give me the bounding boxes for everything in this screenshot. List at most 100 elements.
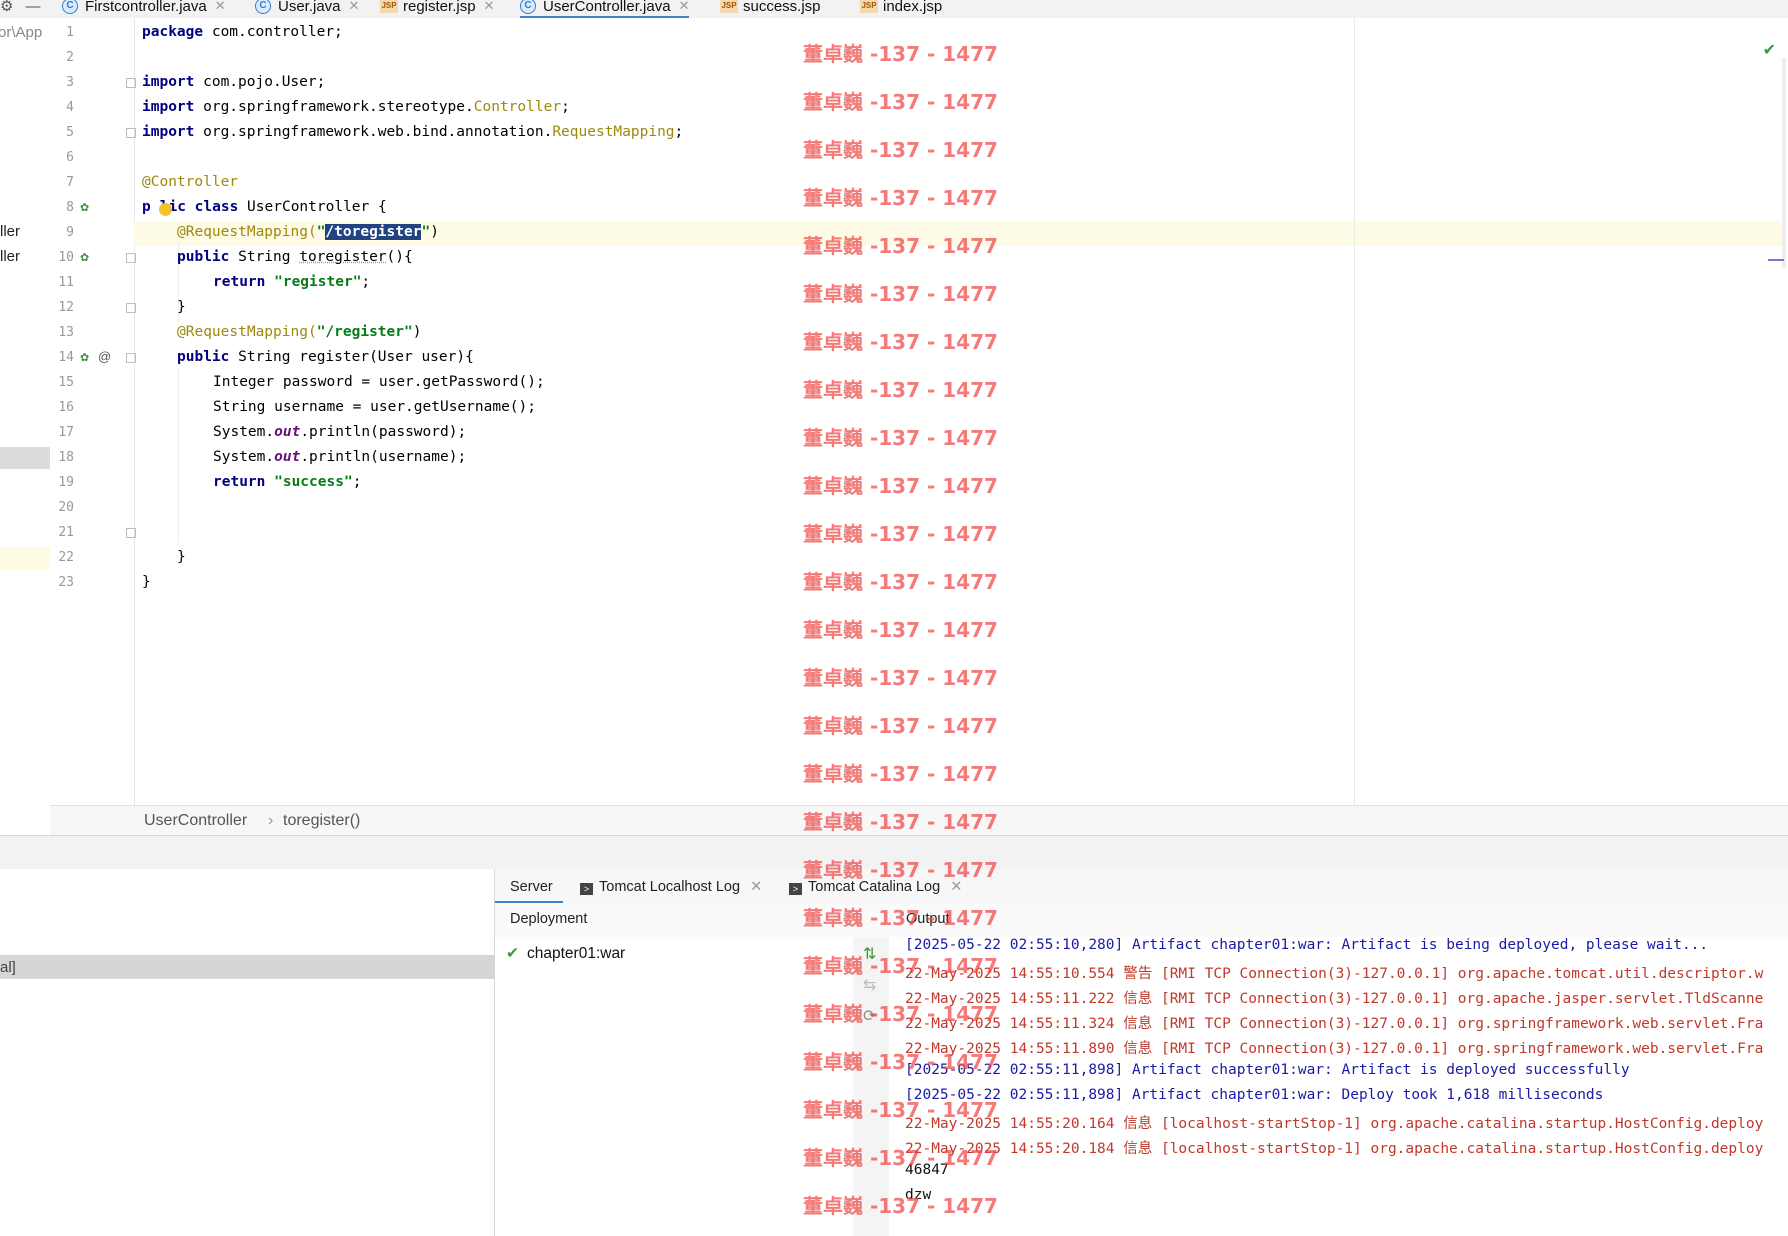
tab-index-jsp[interactable]: JSP index.jsp [860, 0, 942, 18]
keyword: import [142, 74, 195, 90]
tab-register-jsp[interactable]: JSP register.jsp ✕ [380, 0, 494, 18]
tab-tomcat-catalina-log[interactable]: > Tomcat Catalina Log ✕ [789, 879, 962, 895]
code-text: com.pojo.User; [194, 74, 326, 90]
keyword: public [177, 349, 230, 365]
code-line-19: return "success"; [213, 474, 361, 490]
code-line-21: } [177, 549, 186, 565]
deployment-item[interactable]: ✔ chapter01:war [506, 944, 625, 963]
tab-label: Tomcat Localhost Log [599, 879, 741, 895]
undeploy-icon[interactable]: ⇆ [863, 975, 876, 995]
code-text: (){ [386, 249, 413, 265]
jsp-file-icon: JSP [860, 0, 878, 13]
code-text: ) [412, 324, 422, 340]
tab-success-jsp[interactable]: JSP success.jsp [720, 0, 821, 18]
tab-label: Tomcat Catalina Log [808, 879, 941, 895]
line-number: 18 [58, 450, 74, 465]
code-line-12: } [177, 299, 186, 315]
deploy-icon[interactable]: ⇅ [863, 944, 876, 964]
line-number: 20 [58, 500, 74, 515]
deployment-header-label: Deployment [510, 911, 588, 927]
tab-tomcat-localhost-log[interactable]: > Tomcat Localhost Log ✕ [580, 879, 762, 895]
spring-mapping-icon[interactable]: ✿ [80, 351, 89, 364]
at-annotation-icon[interactable]: @ [98, 349, 111, 364]
tab-label: User.java [278, 0, 341, 15]
line-number: 9 [66, 225, 74, 240]
tab-server[interactable]: Server [510, 879, 553, 895]
line-number: 21 [58, 525, 74, 540]
log-line: 22-May-2025 14:55:20.184 信息 [localhost-s… [905, 1141, 1764, 1157]
static-field: out [274, 449, 301, 465]
lightbulb-icon[interactable] [159, 203, 172, 216]
window-controls[interactable]: ⚙ — [0, 0, 40, 18]
project-tree-selected-row[interactable] [0, 447, 50, 469]
annotation-name: Controller [473, 99, 562, 115]
code-editor[interactable]: package com.controller; import com.pojo.… [134, 18, 1786, 805]
line-number: 3 [66, 75, 74, 90]
breadcrumb-method[interactable]: toregister() [283, 812, 360, 830]
tab-usercontroller[interactable]: C UserController.java ✕ [520, 0, 690, 18]
server-tab-bar: Server > Tomcat Localhost Log ✕ > Tomcat Ca… [495, 869, 1788, 904]
tab-user[interactable]: C User.java ✕ [255, 0, 359, 18]
code-text: org.springframework.stereotype. [194, 99, 474, 115]
string: "register" [265, 274, 362, 290]
editor-scrollbar[interactable] [1782, 58, 1786, 268]
output-header-label: Output [906, 911, 950, 927]
code-line-4: import org.springframework.stereotype.Co… [142, 99, 570, 115]
string: "/register" [316, 324, 413, 340]
tab-label: success.jsp [743, 0, 821, 15]
close-icon[interactable]: ✕ [215, 0, 226, 14]
line-number: 14 [58, 350, 74, 365]
close-icon[interactable]: ✕ [349, 0, 360, 14]
project-path[interactable]: or\App [0, 24, 42, 41]
line-number: 5 [66, 125, 74, 140]
line-number: 16 [58, 400, 74, 415]
line-number: 12 [58, 300, 74, 315]
keyword: p [142, 199, 151, 215]
output-console[interactable]: [2025-05-22 02:55:10,280] Artifact chapt… [889, 937, 1788, 1236]
editor-gutter: 1 2 3 4 5 6 7 8 9 10 11 12 13 14 15 16 1… [50, 18, 136, 805]
project-tree-item[interactable]: ller [0, 248, 20, 265]
line-number: 8 [66, 200, 74, 215]
static-field: out [274, 424, 301, 440]
services-tree-selected-row[interactable] [0, 955, 494, 979]
selected-text[interactable]: /toregister [325, 224, 422, 240]
code-line-7: @Controller [142, 174, 238, 190]
string: "success" [265, 474, 353, 490]
log-line: 22-May-2025 14:55:11.324 信息 [RMI TCP Con… [905, 1016, 1764, 1032]
terminal-icon: > [580, 883, 593, 895]
code-text: ; [352, 474, 362, 490]
refresh-icon[interactable]: ⟳ [863, 1006, 876, 1026]
tab-firstcontroller[interactable]: C Firstcontroller.java ✕ [62, 0, 226, 18]
line-number: 17 [58, 425, 74, 440]
code-text: String [229, 249, 300, 265]
line-number: 22 [58, 550, 74, 565]
line-number: 4 [66, 100, 74, 115]
close-icon[interactable]: ✕ [679, 0, 690, 14]
log-line: 22-May-2025 14:55:20.164 信息 [localhost-s… [905, 1116, 1764, 1132]
panel-splitter[interactable] [0, 835, 1788, 871]
line-number: 15 [58, 375, 74, 390]
close-icon[interactable]: ✕ [484, 0, 495, 14]
breadcrumb-class[interactable]: UserController [144, 812, 247, 830]
deployment-item-label: chapter01:war [527, 945, 626, 962]
log-line: [2025-05-22 02:55:11,898] Artifact chapt… [905, 1062, 1630, 1078]
jsp-file-icon: JSP [380, 0, 398, 13]
java-class-icon: C [520, 0, 536, 14]
project-tree-item[interactable]: ller [0, 223, 20, 240]
code-text: ; [674, 124, 684, 140]
spring-bean-icon[interactable]: ✿ [80, 201, 89, 214]
code-line-3: import com.pojo.User; [142, 74, 325, 90]
gear-icon[interactable]: ⚙ [0, 0, 13, 15]
close-icon[interactable]: ✕ [750, 879, 762, 895]
scroll-marker[interactable] [1768, 259, 1784, 261]
close-icon[interactable]: ✕ [950, 879, 962, 895]
spring-mapping-icon[interactable]: ✿ [80, 251, 89, 264]
minimize-icon[interactable]: — [25, 0, 40, 15]
code-text: System. [213, 424, 275, 440]
inspection-ok-icon[interactable]: ✔ [1763, 40, 1776, 60]
log-line: 46847 [905, 1162, 949, 1178]
breadcrumb-separator-icon: › [268, 812, 274, 829]
line-number: 19 [58, 475, 74, 490]
services-tree-item[interactable]: al] [0, 959, 16, 976]
keyword: import [142, 124, 195, 140]
